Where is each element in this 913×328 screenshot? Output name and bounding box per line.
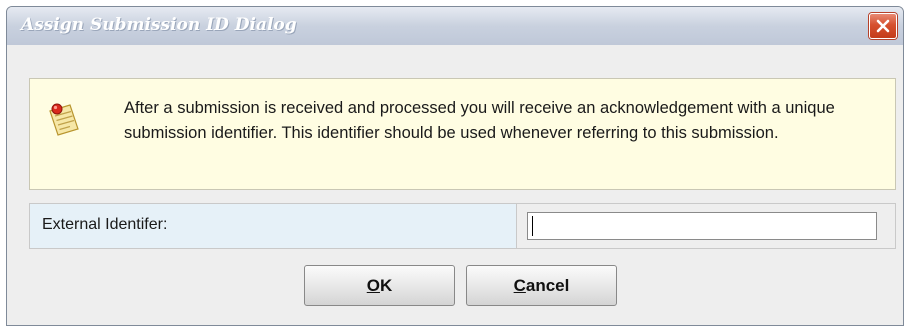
note-pin-icon	[49, 103, 79, 136]
cancel-button[interactable]: Cancel	[466, 265, 617, 306]
external-identifier-input[interactable]	[527, 212, 877, 240]
text-caret	[532, 216, 533, 236]
cancel-label-rest: ancel	[525, 275, 570, 295]
cancel-mnemonic: C	[513, 275, 526, 295]
info-message: After a submission is received and proce…	[124, 99, 835, 142]
dialog-content: After a submission is received and proce…	[7, 45, 903, 325]
ok-mnemonic: O	[366, 275, 380, 295]
info-panel: After a submission is received and proce…	[29, 78, 896, 190]
ok-label-rest: K	[379, 275, 393, 295]
close-button[interactable]	[869, 13, 897, 39]
ok-button[interactable]: OK	[304, 265, 455, 306]
close-icon	[876, 19, 890, 33]
external-identifier-label: External Identifer:	[42, 216, 168, 233]
external-identifier-row: External Identifer:	[29, 203, 896, 249]
dialog-window: Assign Submission ID Dialog After a subm…	[6, 6, 904, 326]
field-label-cell: External Identifer:	[30, 204, 517, 248]
title-bar[interactable]: Assign Submission ID Dialog	[7, 7, 903, 46]
dialog-title: Assign Submission ID Dialog	[21, 15, 297, 35]
